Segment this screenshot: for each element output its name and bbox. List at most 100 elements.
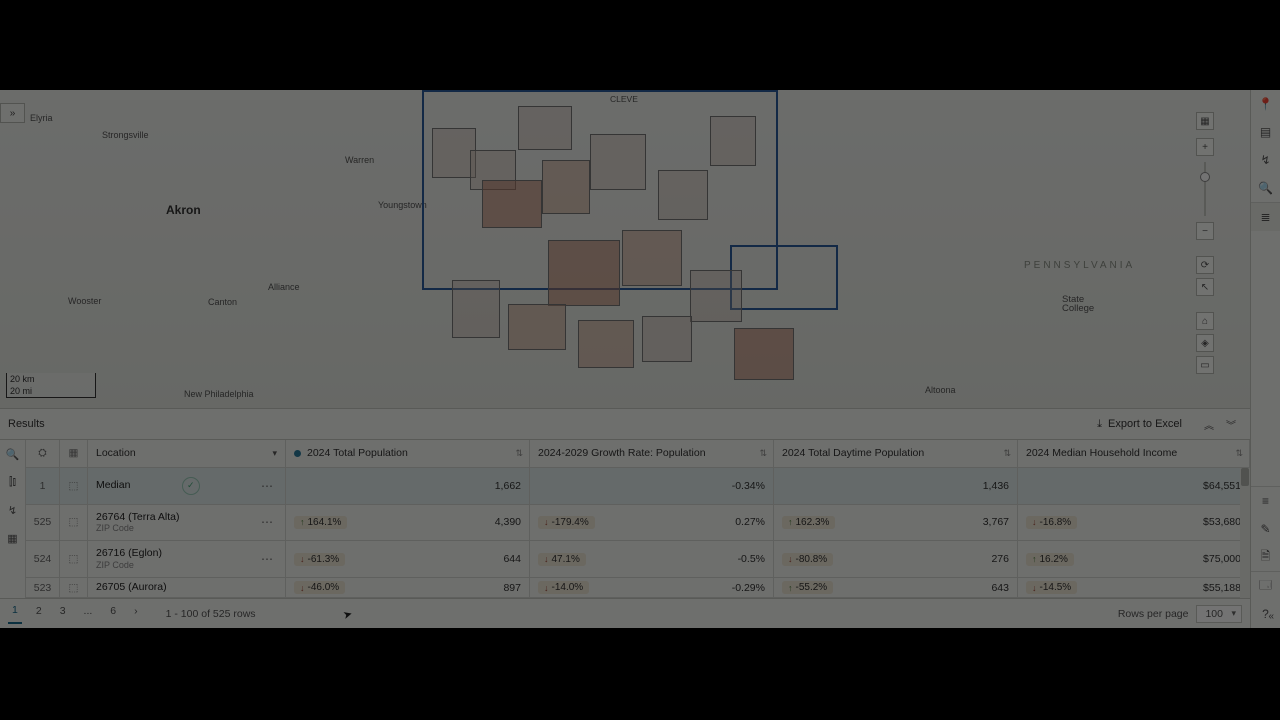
row-selected-check-icon[interactable]: ✓	[182, 477, 200, 495]
rows-per-page-select[interactable]: 100	[1196, 605, 1242, 623]
map-label: Strongsville	[102, 130, 149, 140]
table-scrollbar[interactable]	[1240, 468, 1250, 598]
map-label: Youngstown	[378, 200, 427, 210]
map-label: Alliance	[268, 282, 300, 292]
export-icon: ⤓	[1097, 418, 1102, 431]
page-button[interactable]: 2	[32, 605, 46, 623]
cell-value: 643	[991, 582, 1009, 594]
right-tool-column: 📍 ▤ ↯ 🔍 ≣ ≡ ✎ 🗎 🗔 ?	[1250, 90, 1280, 628]
rail-table-icon[interactable]: ▦	[0, 524, 25, 552]
zoom-slider[interactable]	[1204, 162, 1206, 216]
map-label: College	[1062, 303, 1094, 314]
zoom-in-button[interactable]: +	[1196, 138, 1214, 156]
page-button[interactable]: 1	[8, 604, 22, 624]
table-row-median[interactable]: 1 ⬚ Median ✓ ⋯ 1,662 -0.34% 1,436 $64,55…	[26, 468, 1250, 505]
results-header-bar: Results ⤓ Export to Excel ︽ ︾	[0, 408, 1250, 440]
cell-value: -0.29%	[732, 582, 765, 594]
map-label: Wooster	[68, 296, 101, 306]
basemap-grid-button[interactable]: ▦	[1196, 112, 1214, 130]
delta-pill: -14.5%	[1026, 581, 1077, 594]
cell-value: 0.27%	[735, 516, 765, 528]
cell-value: 644	[503, 553, 521, 565]
table-mode-rail: 🔍 ⫿⫾ ↯ ▦	[0, 440, 26, 598]
delta-pill: -61.3%	[294, 553, 345, 566]
row-type-icon: ⬚	[60, 468, 88, 504]
delta-pill: 47.1%	[538, 553, 586, 566]
row-index: 524	[26, 541, 60, 577]
row-type-icon: ⬚	[60, 541, 88, 577]
delta-pill: 162.3%	[782, 516, 835, 529]
rail-search-icon[interactable]: 🔍	[0, 440, 25, 468]
column-header-type[interactable]: ▦	[60, 440, 88, 467]
cell-value: $55,188	[1203, 582, 1241, 594]
row-more-icon[interactable]: ⋯	[257, 512, 277, 532]
export-to-excel-button[interactable]: ⤓ Export to Excel	[1097, 418, 1182, 431]
column-header-growth[interactable]: 2024-2029 Growth Rate: Population⇅	[530, 440, 774, 467]
page-ellipsis: ...	[80, 605, 97, 623]
home-extent-button[interactable]: ⌂	[1196, 312, 1214, 330]
rail-chart-icon[interactable]: ⫿⫾	[0, 468, 25, 496]
table-row[interactable]: 524 ⬚ 26716 (Eglon) ZIP Code ⋯ -61.3% 644…	[26, 541, 1250, 578]
map-label: Akron	[166, 203, 201, 217]
cell-value: 1,436	[983, 480, 1009, 492]
row-index: 523	[26, 578, 60, 597]
side-tool-help-icon[interactable]: ?	[1251, 600, 1280, 628]
expand-left-panel-button[interactable]: »	[0, 103, 25, 123]
column-header-location[interactable]: Location▾	[88, 440, 286, 467]
delta-pill: 164.1%	[294, 516, 347, 529]
map-label-state: PENNSYLVANIA	[1024, 260, 1135, 271]
column-header-population[interactable]: 2024 Total Population⇅	[286, 440, 530, 467]
page-next-icon[interactable]: ›	[130, 605, 142, 623]
column-header-settings[interactable]: ⛭	[26, 440, 60, 467]
map-label: Elyria	[30, 113, 53, 123]
row-location: 26705 (Aurora)	[96, 582, 167, 594]
row-location-sub: ZIP Code	[96, 560, 162, 570]
map-label: New Philadelphia	[184, 389, 254, 399]
column-header-income[interactable]: 2024 Median Household Income⇅	[1018, 440, 1250, 467]
side-tool-route-icon[interactable]: ↯	[1251, 146, 1280, 174]
map-pan-button[interactable]: ↖	[1196, 278, 1214, 296]
results-footer: 1 2 3 ... 6 › 1 - 100 of 525 rows ➤ Rows…	[0, 598, 1250, 628]
collapse-right-icon[interactable]: «	[1268, 611, 1274, 622]
row-more-icon[interactable]: ⋯	[257, 476, 277, 496]
page-button[interactable]: 6	[106, 605, 120, 623]
row-more-icon[interactable]: ⋯	[257, 549, 277, 569]
cell-value: 1,662	[495, 480, 521, 492]
page-button[interactable]: 3	[56, 605, 70, 623]
scale-mi: 20 mi	[6, 385, 96, 398]
side-tool-report-icon[interactable]: 🗎	[1251, 543, 1280, 571]
map-rotate-button[interactable]: ⟳	[1196, 256, 1214, 274]
scale-km: 20 km	[6, 373, 96, 385]
side-tool-edit-icon[interactable]: ✎	[1251, 515, 1280, 543]
cell-value: $53,680	[1203, 516, 1241, 528]
table-row[interactable]: 523 ⬚ 26705 (Aurora) -46.0%897 -14.0%-0.…	[26, 578, 1250, 598]
row-location: 26764 (Terra Alta)	[96, 512, 179, 524]
zoom-out-button[interactable]: −	[1196, 222, 1214, 240]
side-tool-search-icon[interactable]: 🔍	[1251, 174, 1280, 202]
table-row[interactable]: 525 ⬚ 26764 (Terra Alta) ZIP Code ⋯ 164.…	[26, 505, 1250, 542]
cursor-icon: ➤	[341, 607, 353, 622]
map-canvas[interactable]: Elyria Strongsville Akron Warren Youngst…	[0, 90, 1250, 408]
fullscreen-button[interactable]: ▭	[1196, 356, 1214, 374]
rail-route-icon[interactable]: ↯	[0, 496, 25, 524]
row-location: 26716 (Eglon)	[96, 548, 162, 560]
cell-value: $64,551	[1203, 480, 1241, 492]
collapse-down-icon[interactable]: ︾	[1220, 413, 1242, 435]
cell-value: $75,000	[1203, 553, 1241, 565]
delta-pill: -46.0%	[294, 581, 345, 594]
choropleth-boundary	[422, 90, 852, 408]
map-label: Canton	[208, 297, 237, 307]
side-tool-stack-icon[interactable]: ≡	[1251, 487, 1280, 515]
locate-button[interactable]: ◈	[1196, 334, 1214, 352]
map-scale: 20 km 20 mi	[6, 373, 96, 398]
column-header-daytime[interactable]: 2024 Total Daytime Population⇅	[774, 440, 1018, 467]
side-tool-pin-icon[interactable]: 📍	[1251, 90, 1280, 118]
delta-pill: -55.2%	[782, 581, 833, 594]
row-index: 525	[26, 505, 60, 541]
side-tool-list-icon[interactable]: ≣	[1251, 203, 1280, 231]
cell-value: 4,390	[495, 516, 521, 528]
side-tool-image-icon[interactable]: 🗔	[1251, 572, 1280, 600]
collapse-up-icon[interactable]: ︽	[1198, 413, 1220, 435]
side-tool-layers-icon[interactable]: ▤	[1251, 118, 1280, 146]
delta-pill: 16.2%	[1026, 553, 1074, 566]
